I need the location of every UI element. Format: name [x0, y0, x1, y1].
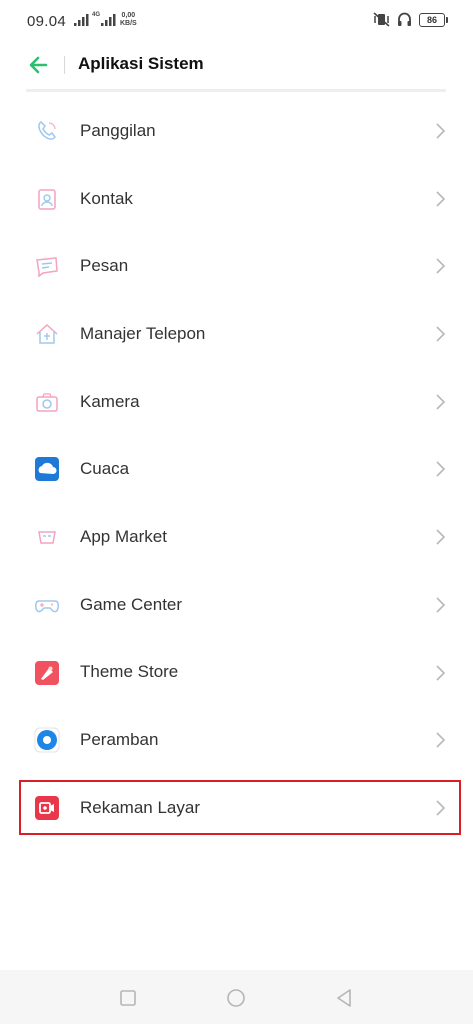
- signal-icon: [74, 14, 89, 26]
- list-item-pesan[interactable]: Pesan: [0, 232, 473, 300]
- list-item-theme-store[interactable]: Theme Store: [0, 639, 473, 707]
- list-item-label: Kamera: [80, 391, 140, 411]
- home-circle-icon[interactable]: [225, 987, 247, 1009]
- chevron-right-icon: [436, 461, 446, 478]
- list-item-rekaman-layar[interactable]: Rekaman Layar: [0, 774, 473, 842]
- network-type: 4G: [92, 12, 101, 18]
- list-item-label: Cuaca: [80, 459, 130, 479]
- list-item-label: Pesan: [80, 256, 129, 276]
- chevron-right-icon: [436, 732, 446, 748]
- browser-icon: [34, 727, 60, 753]
- screen-recorder-icon: [35, 795, 59, 820]
- signal-icon-2: [101, 14, 116, 26]
- chevron-right-icon: [436, 800, 446, 816]
- message-icon: [36, 257, 58, 278]
- list-item-kontak[interactable]: Kontak: [0, 165, 473, 233]
- status-time: 09.04: [27, 13, 67, 30]
- chevron-right-icon: [436, 123, 446, 139]
- chevron-right-icon: [436, 326, 446, 342]
- navigation-bar: [0, 970, 473, 1024]
- list-item-kamera[interactable]: Kamera: [0, 368, 473, 436]
- vibrate-mute-icon: [373, 12, 390, 27]
- header-separator: [26, 89, 446, 92]
- gamepad-icon: [35, 600, 59, 613]
- list-item-app-market[interactable]: App Market: [0, 503, 473, 571]
- chevron-right-icon: [436, 191, 446, 207]
- chevron-right-icon: [436, 529, 446, 545]
- header-divider: [64, 56, 65, 74]
- list-item-label: App Market: [80, 526, 167, 546]
- back-triangle-icon[interactable]: [333, 987, 355, 1009]
- list-item-panggilan[interactable]: Panggilan: [0, 97, 473, 165]
- status-bar: 09.04 4G 0,00 KB/S 86: [0, 0, 473, 42]
- back-arrow-icon[interactable]: [26, 52, 52, 78]
- chevron-right-icon: [436, 258, 446, 274]
- chevron-right-icon: [436, 394, 446, 410]
- page-title: Aplikasi Sistem: [78, 54, 204, 73]
- app-market-icon: [38, 531, 56, 544]
- phone-icon: [38, 121, 56, 140]
- list-item-peramban[interactable]: Peramban: [0, 706, 473, 774]
- chevron-right-icon: [436, 597, 446, 613]
- list-item-label: Rekaman Layar: [80, 797, 201, 817]
- theme-store-icon: [35, 660, 59, 685]
- app-header: Aplikasi Sistem: [0, 42, 473, 90]
- chevron-right-icon: [436, 664, 446, 681]
- list-item-label: Peramban: [80, 730, 159, 750]
- recents-square-icon[interactable]: [117, 987, 139, 1009]
- battery-indicator: 86: [419, 12, 448, 27]
- headphones-icon: [398, 12, 411, 26]
- list-item-game-center[interactable]: Game Center: [0, 571, 473, 639]
- contacts-icon: [38, 188, 56, 210]
- list-item-cuaca[interactable]: Cuaca: [0, 435, 473, 503]
- weather-icon: [35, 457, 59, 482]
- system-app-list: Panggilan Kontak Pesan Manajer Telepon K…: [0, 97, 473, 842]
- phone-manager-icon: [36, 324, 58, 344]
- list-item-label: Theme Store: [80, 662, 179, 682]
- list-item-label: Manajer Telepon: [80, 323, 206, 343]
- list-item-label: Game Center: [80, 594, 183, 614]
- network-speed: 0,00 KB/S: [120, 12, 137, 27]
- camera-icon: [36, 393, 58, 412]
- list-item-label: Kontak: [80, 188, 133, 208]
- list-item-label: Panggilan: [80, 120, 156, 140]
- list-item-manajer-telepon[interactable]: Manajer Telepon: [0, 300, 473, 368]
